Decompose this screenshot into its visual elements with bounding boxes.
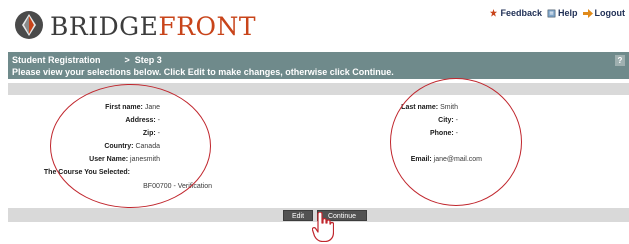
logo-name-part2: FRONT	[158, 12, 257, 41]
edit-button[interactable]: Edit	[283, 210, 313, 221]
hand-cursor-icon	[312, 212, 334, 242]
logout-arrow-icon	[582, 8, 593, 18]
logout-label: Logout	[594, 8, 626, 18]
logo-name-part1: BRIDGE	[50, 12, 159, 41]
feedback-label: Feedback	[500, 8, 542, 18]
top-links: Feedback Help Logout	[489, 8, 625, 18]
instructions-text: Please view your selections below. Click…	[12, 67, 394, 77]
bridgefront-logo-icon	[15, 11, 43, 39]
feedback-link[interactable]: Feedback	[489, 8, 542, 18]
page-header-bar: Student Registration > Step 3 Please view …	[8, 52, 629, 79]
annotation-ellipse-left	[50, 84, 211, 208]
logout-link[interactable]: Logout	[582, 8, 626, 18]
breadcrumb-arrow: >	[124, 55, 130, 65]
page-title: Student Registration	[12, 55, 101, 65]
bridgefront-logo-text: BRIDGEFRONT	[50, 12, 256, 41]
step-label: Step 3	[134, 55, 162, 65]
feedback-icon	[490, 8, 498, 17]
annotation-ellipse-right	[390, 78, 522, 206]
help-question-icon[interactable]: ?	[615, 55, 625, 66]
breadcrumb: Student Registration > Step 3	[12, 55, 162, 65]
help-link[interactable]: Help	[547, 8, 578, 18]
help-icon	[547, 9, 556, 17]
help-label: Help	[557, 8, 578, 18]
